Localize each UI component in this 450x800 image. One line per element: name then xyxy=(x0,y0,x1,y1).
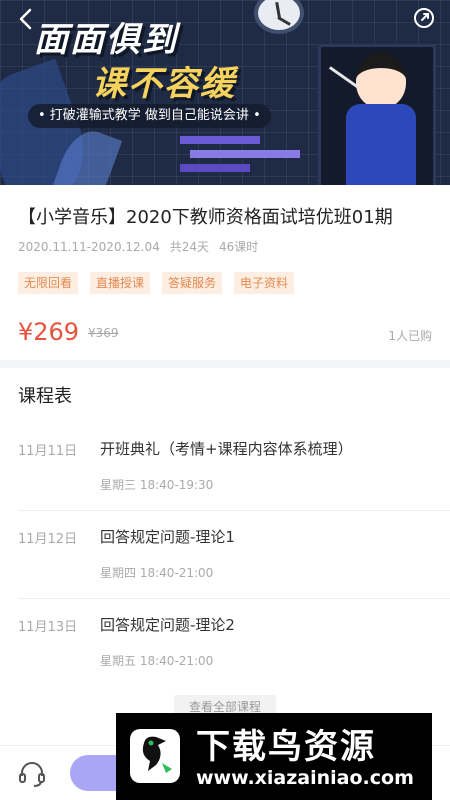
lesson-time: 星期三 18:40-19:30 xyxy=(100,478,214,492)
schedule-title: 课程表 xyxy=(18,386,72,407)
course-tag: 电子资料 xyxy=(234,272,295,294)
banner-headline-1: 面面俱到 xyxy=(34,20,178,60)
lesson-time: 星期五 18:40-21:00 xyxy=(100,654,214,668)
lesson-separator xyxy=(18,510,450,511)
back-icon[interactable] xyxy=(14,6,40,32)
course-lesson-count: 46课时 xyxy=(219,240,259,254)
lesson-time: 星期四 18:40-21:00 xyxy=(100,566,214,580)
buyer-count: 1人已购 xyxy=(388,329,432,343)
course-total-days: 共24天 xyxy=(169,240,210,254)
bar-decoration xyxy=(180,130,330,180)
lesson-item[interactable]: 11月11日 开班典礼（考情+课程内容体系梳理） 星期三 18:40-19:30 xyxy=(0,440,450,528)
lesson-item[interactable]: 11月13日 回答规定问题-理论2 星期五 18:40-21:00 xyxy=(0,616,450,704)
lesson-date: 11月11日 xyxy=(18,444,78,459)
course-original-price: ¥369 xyxy=(88,326,119,340)
lesson-name: 回答规定问题-理论1 xyxy=(100,528,235,546)
course-meta: 2020.11.11-2020.12.04 共24天 46课时 xyxy=(18,238,268,255)
bird-logo-icon xyxy=(130,729,180,783)
lesson-date: 11月12日 xyxy=(18,532,78,547)
course-price: ¥269 xyxy=(18,318,80,346)
lesson-separator xyxy=(18,598,450,599)
watermark-overlay: 下载鸟资源 www.xiazainiao.com xyxy=(116,713,432,800)
course-tag: 无限回看 xyxy=(18,272,79,294)
banner-headline-2: 课不容缓 xyxy=(92,64,236,104)
lesson-item[interactable]: 11月12日 回答规定问题-理论1 星期四 18:40-21:00 xyxy=(0,528,450,616)
course-banner: 面面俱到 课不容缓 • 打破灌输式教学 做到自己能说会讲 • xyxy=(0,0,450,185)
section-divider xyxy=(0,360,450,368)
watermark-name: 下载鸟资源 xyxy=(196,727,376,767)
course-title: 【小学音乐】2020下教师资格面试培优班01期 xyxy=(18,207,393,228)
watermark-url: www.xiazainiao.com xyxy=(196,767,414,789)
teacher-illustration-body xyxy=(346,104,416,185)
course-tag: 答疑服务 xyxy=(162,272,223,294)
teacher-illustration-head xyxy=(356,52,406,108)
lesson-date: 11月13日 xyxy=(18,620,78,635)
lesson-name: 开班典礼（考情+课程内容体系梳理） xyxy=(100,440,353,458)
course-date-range: 2020.11.11-2020.12.04 xyxy=(18,240,160,254)
course-tags: 无限回看 直播授课 答疑服务 电子资料 xyxy=(18,272,295,294)
banner-slogan: • 打破灌输式教学 做到自己能说会讲 • xyxy=(28,104,271,128)
course-tag: 直播授课 xyxy=(90,272,151,294)
lesson-name: 回答规定问题-理论2 xyxy=(100,616,235,634)
customer-service-icon[interactable] xyxy=(16,758,48,790)
share-icon[interactable] xyxy=(412,6,436,30)
